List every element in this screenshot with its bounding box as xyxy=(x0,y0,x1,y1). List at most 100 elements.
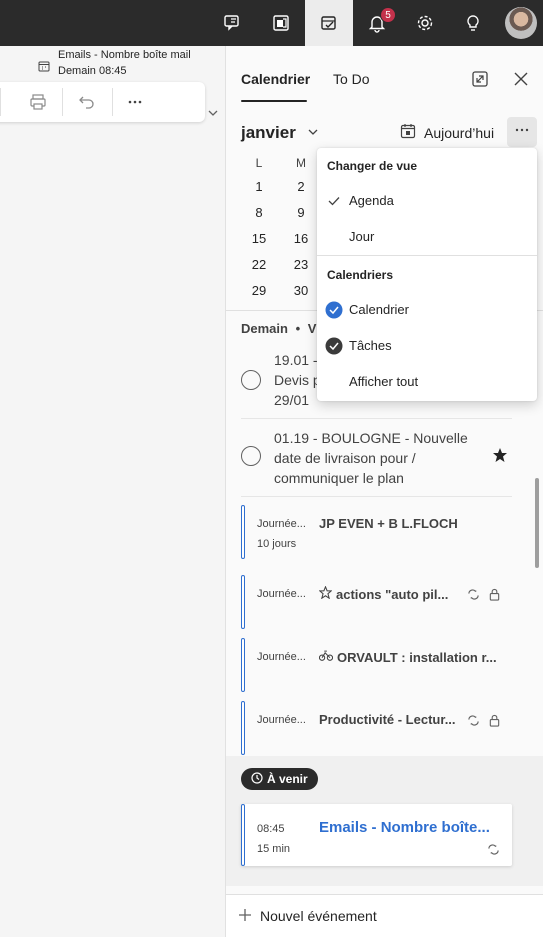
menu-item-label: Agenda xyxy=(349,193,394,208)
task-line: 01.19 - BOULOGNE - Nouvelle xyxy=(274,430,468,446)
view-options-menu: Changer de vue Agenda Jour Calendriers C… xyxy=(317,148,537,401)
calendar-day[interactable]: 23 xyxy=(283,257,319,272)
office-icon[interactable] xyxy=(257,0,305,46)
menu-item-show-all[interactable]: Afficher tout xyxy=(317,364,537,400)
scrollbar-thumb[interactable] xyxy=(535,478,539,568)
calendar-day[interactable]: 29 xyxy=(241,283,277,298)
star-filled-icon[interactable] xyxy=(492,447,508,468)
checkmark-icon xyxy=(325,192,343,210)
calendar-day[interactable]: 16 xyxy=(283,231,319,246)
upcoming-label: À venir xyxy=(267,772,308,786)
weekday-label: L xyxy=(255,156,263,170)
calendar-today-icon xyxy=(400,123,416,142)
reminder[interactable]: Emails - Nombre boîte mail Demain 08:45 xyxy=(38,47,191,79)
recurring-icon xyxy=(467,588,480,606)
more-icon xyxy=(514,122,530,143)
event-item[interactable]: Journée... 10 jours JP EVEN + B L.FLOCH xyxy=(241,505,512,559)
event-title: JP EVEN + B L.FLOCH xyxy=(319,516,458,531)
my-day-icon[interactable] xyxy=(305,0,353,46)
event-duration: 10 jours xyxy=(257,538,297,550)
calendar-day[interactable]: 22 xyxy=(241,257,277,272)
menu-item-label: Calendrier xyxy=(349,302,409,317)
event-icons xyxy=(467,714,501,732)
event-color-bar xyxy=(241,701,245,755)
menu-item-agenda[interactable]: Agenda xyxy=(317,183,537,219)
event-color-bar xyxy=(241,638,245,692)
upcoming-section: À venir 08:45 15 min Emails - Nombre boî… xyxy=(226,756,543,886)
task-item[interactable]: 01.19 - BOULOGNE - Nouvelle date de livr… xyxy=(241,428,512,490)
menu-item-label: Afficher tout xyxy=(349,374,419,389)
star-outline-icon xyxy=(319,586,333,602)
event-item[interactable]: Journée... ORVAULT : installation r... xyxy=(241,638,512,692)
calendar-day[interactable]: 30 xyxy=(283,283,319,298)
print-icon[interactable] xyxy=(26,90,50,114)
tab-todo[interactable]: To Do xyxy=(333,71,370,87)
event-title: ORVAULT : installation r... xyxy=(337,649,497,665)
top-bar: 5 xyxy=(0,0,543,46)
close-icon[interactable] xyxy=(513,71,529,92)
day-heading: Demain • V xyxy=(241,321,316,336)
avatar[interactable] xyxy=(505,7,537,39)
chevron-down-icon xyxy=(307,123,319,142)
chevron-down-icon[interactable] xyxy=(207,106,219,124)
calendar-day[interactable]: 15 xyxy=(241,231,277,246)
bullet-icon: • xyxy=(295,321,301,336)
calendar-day[interactable]: 1 xyxy=(241,179,277,194)
clock-icon xyxy=(251,771,263,787)
event-title: Emails - Nombre boîte... xyxy=(319,819,490,836)
toolbar-divider xyxy=(112,88,113,116)
calendar-day[interactable]: 8 xyxy=(241,205,277,220)
task-complete-toggle[interactable] xyxy=(241,370,261,390)
upcoming-badge: À venir xyxy=(241,768,318,790)
event-duration: 15 min xyxy=(257,843,291,855)
calendar-day[interactable]: 2 xyxy=(283,179,319,194)
new-event-button[interactable]: Nouvel événement xyxy=(226,894,543,937)
expand-icon[interactable] xyxy=(471,70,489,93)
event-item[interactable]: Journée... Productivité - Lectur... xyxy=(241,701,512,755)
menu-item-tasks[interactable]: Tâches xyxy=(317,328,537,364)
event-color-bar xyxy=(241,575,245,629)
toolbar-divider xyxy=(62,88,63,116)
bell-icon[interactable]: 5 xyxy=(353,0,401,46)
menu-heading-view: Changer de vue xyxy=(327,159,418,173)
event-item[interactable]: Journée... actions "auto pil... xyxy=(241,575,512,629)
notification-badge: 5 xyxy=(380,7,396,23)
today-button[interactable]: Aujourd’hui xyxy=(400,123,494,142)
recurring-icon xyxy=(467,714,480,732)
more-actions-icon[interactable] xyxy=(123,90,147,114)
calendar-day[interactable]: 9 xyxy=(283,205,319,220)
event-title-row: ORVAULT : installation r... xyxy=(319,649,509,665)
month-selector[interactable]: janvier xyxy=(241,123,319,143)
day-heading-suffix: V xyxy=(307,321,317,336)
event-time: Journée... xyxy=(257,651,306,663)
undo-icon[interactable] xyxy=(75,90,99,114)
event-time: 08:45 xyxy=(257,823,285,835)
chat-icon[interactable] xyxy=(209,0,257,46)
mail-toolbar xyxy=(0,82,205,122)
task-divider xyxy=(241,496,512,497)
lightbulb-icon[interactable] xyxy=(449,0,497,46)
bike-icon xyxy=(319,649,334,665)
menu-heading-calendars: Calendriers xyxy=(327,268,394,282)
gear-icon[interactable] xyxy=(401,0,449,46)
menu-divider xyxy=(317,255,537,256)
weekday-label: M xyxy=(296,156,306,170)
event-time: Journée... xyxy=(257,588,306,600)
new-event-label: Nouvel événement xyxy=(260,908,377,924)
menu-item-day[interactable]: Jour xyxy=(317,219,537,255)
check-circle-icon xyxy=(325,337,343,355)
menu-item-calendar[interactable]: Calendrier xyxy=(317,292,537,328)
mail-pane: Emails - Nombre boîte mail Demain 08:45 xyxy=(0,46,225,937)
upcoming-event-card[interactable]: 08:45 15 min Emails - Nombre boîte... xyxy=(241,804,512,866)
menu-item-label: Jour xyxy=(349,229,375,244)
today-label: Aujourd’hui xyxy=(424,124,495,141)
more-options-button[interactable] xyxy=(507,117,537,147)
tab-calendar[interactable]: Calendrier xyxy=(241,71,310,87)
recurring-icon xyxy=(487,843,500,861)
lock-icon xyxy=(488,714,501,732)
task-complete-toggle[interactable] xyxy=(241,446,261,466)
event-time: Journée... xyxy=(257,714,306,726)
task-line: communiquer le plan xyxy=(274,470,404,486)
reminder-title: Emails - Nombre boîte mail xyxy=(58,49,191,61)
event-color-bar xyxy=(241,804,245,866)
